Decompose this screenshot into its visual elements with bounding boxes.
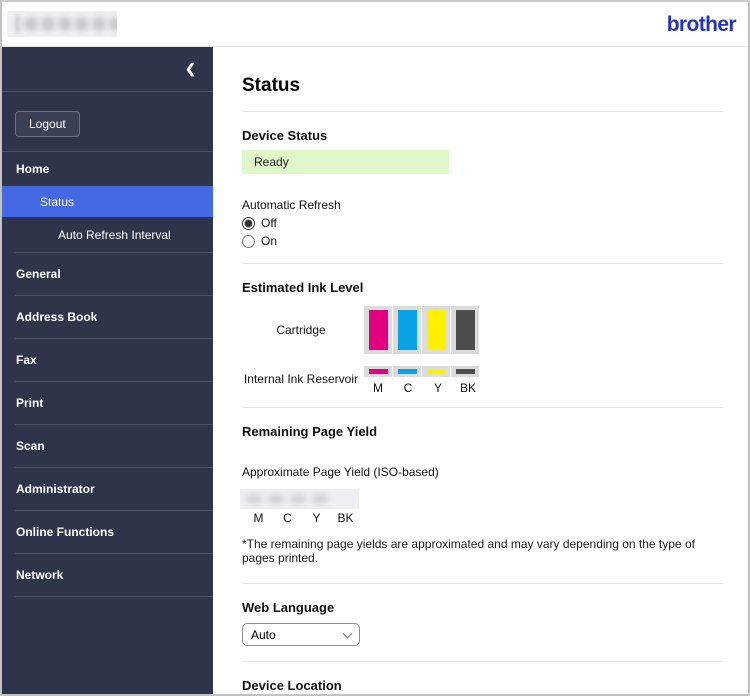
divider <box>242 111 723 112</box>
ink-code-m: M <box>373 381 383 395</box>
device-status-value: Ready <box>242 150 449 174</box>
page-title: Status <box>242 75 301 96</box>
web-language-select-wrap: Auto <box>242 623 360 646</box>
ink-level-heading: Estimated Ink Level <box>242 280 364 295</box>
reservoir-bar-black <box>451 365 479 377</box>
divider <box>242 263 723 264</box>
sidebar-menu: Home Status Auto Refresh Interval Genera… <box>2 152 213 597</box>
cartridge-bars <box>364 306 479 354</box>
browser-page: brother ❮ Logout Home Status Auto Refres… <box>0 0 750 696</box>
sidebar-item-status[interactable]: Status <box>2 186 213 217</box>
ink-code-y: Y <box>433 381 442 395</box>
sidebar: ❮ Logout Home Status Auto Refresh Interv… <box>2 47 213 694</box>
reservoir-label: Internal Ink Reservoir <box>243 372 359 386</box>
approx-page-yield-label: Approximate Page Yield (ISO-based) <box>242 465 439 479</box>
auto-refresh-off-label: Off <box>261 216 277 230</box>
sidebar-item-address-book[interactable]: Address Book <box>2 296 213 338</box>
logout-button[interactable]: Logout <box>15 111 80 137</box>
ink-code-c: C <box>403 381 413 395</box>
reservoir-bar-magenta <box>364 365 392 377</box>
ink-level-display: Cartridge Internal Ink Reservoir M C Y B… <box>242 306 723 395</box>
collapse-sidebar-icon[interactable]: ❮ <box>185 61 196 77</box>
web-language-heading: Web Language <box>242 600 335 615</box>
sidebar-item-administrator[interactable]: Administrator <box>2 468 213 510</box>
reservoir-bar-yellow <box>422 365 450 377</box>
automatic-refresh-options: Off On <box>242 216 723 248</box>
sidebar-item-auto-refresh-interval[interactable]: Auto Refresh Interval <box>2 217 213 252</box>
sidebar-item-online-functions[interactable]: Online Functions <box>2 511 213 553</box>
sidebar-item-general[interactable]: General <box>2 253 213 295</box>
auto-refresh-off-radio[interactable] <box>242 216 255 230</box>
auto-refresh-on-option[interactable]: On <box>242 234 723 248</box>
sidebar-item-network[interactable]: Network <box>2 554 213 596</box>
top-bar: brother <box>2 2 748 47</box>
page-yield-heading: Remaining Page Yield <box>242 424 378 439</box>
cartridge-label: Cartridge <box>276 323 326 337</box>
cartridge-bar-yellow <box>422 306 450 354</box>
automatic-refresh-label: Automatic Refresh <box>242 198 341 212</box>
cartridge-bar-cyan <box>393 306 421 354</box>
reservoir-bar-cyan <box>393 365 421 377</box>
page-yield-footnote: *The remaining page yields are approxima… <box>242 537 695 565</box>
divider <box>242 407 723 408</box>
yield-code-m: M <box>253 511 264 525</box>
device-status-heading: Device Status <box>242 128 328 143</box>
sidebar-item-fax[interactable]: Fax <box>2 339 213 381</box>
sidebar-item-home[interactable]: Home <box>2 152 213 186</box>
yield-code-bk: BK <box>337 511 354 525</box>
sidebar-divider <box>15 596 213 597</box>
page-yield-column-labels: M C Y BK <box>244 511 723 525</box>
main-content: Status Device Status Ready Automatic Ref… <box>213 47 748 694</box>
yield-code-c: C <box>283 511 292 525</box>
sidebar-item-print[interactable]: Print <box>2 382 213 424</box>
redacted-page-yield-values <box>240 489 359 509</box>
reservoir-bars <box>364 365 479 377</box>
logout-area: Logout <box>2 92 213 152</box>
sidebar-collapse-row: ❮ <box>2 47 213 92</box>
divider <box>242 661 723 662</box>
redacted-page-title <box>7 11 117 37</box>
brother-logo: brother <box>666 12 737 36</box>
auto-refresh-on-radio[interactable] <box>242 234 255 248</box>
ink-color-codes: M C Y BK <box>364 381 483 395</box>
divider <box>242 583 723 584</box>
cartridge-bar-black <box>451 306 479 354</box>
web-language-select[interactable]: Auto <box>242 623 360 646</box>
cartridge-bar-magenta <box>364 306 392 354</box>
device-location-heading: Device Location <box>242 678 342 693</box>
yield-code-y: Y <box>312 511 321 525</box>
auto-refresh-on-label: On <box>261 234 278 248</box>
auto-refresh-off-option[interactable]: Off <box>242 216 723 230</box>
sidebar-item-scan[interactable]: Scan <box>2 425 213 467</box>
ink-code-bk: BK <box>459 381 476 395</box>
